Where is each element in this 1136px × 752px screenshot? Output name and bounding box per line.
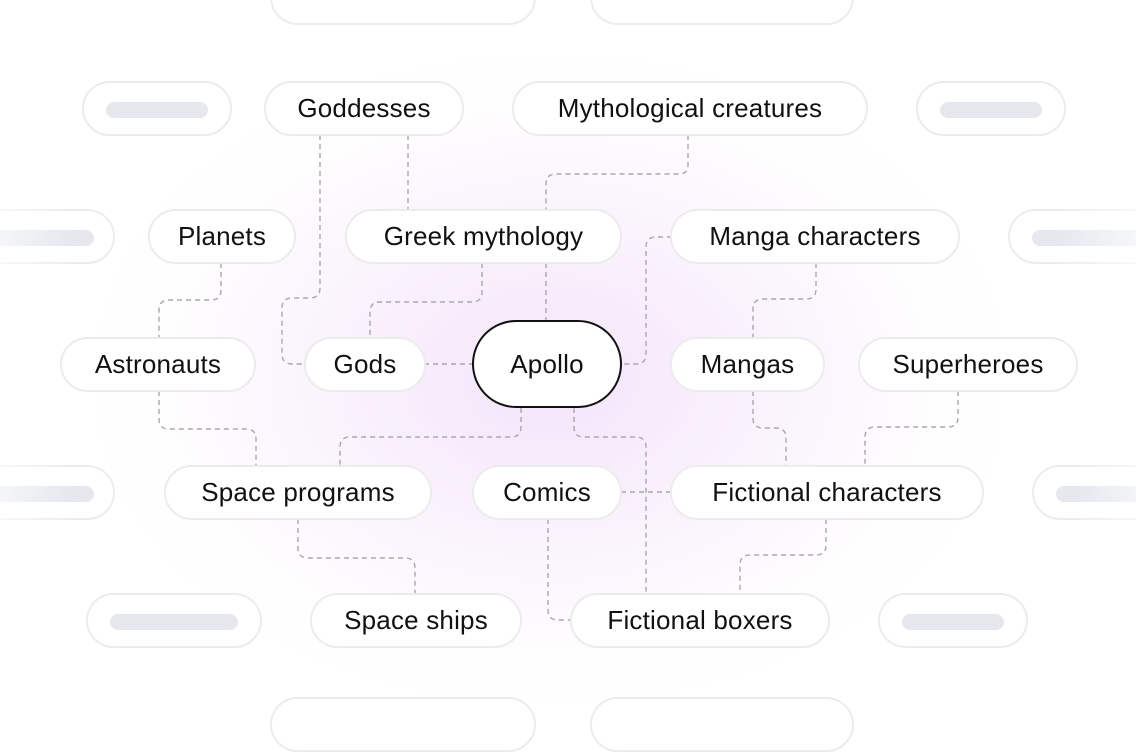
placeholder-node [82, 81, 232, 136]
connector-mythological-creatures-greek-mythology [545, 135, 689, 209]
placeholder-bar [110, 614, 238, 630]
placeholder-node [590, 0, 854, 25]
placeholder-bar [0, 230, 94, 246]
node-fictional-characters[interactable]: Fictional characters [670, 465, 984, 520]
connector-mangas-fictional-characters [752, 391, 787, 465]
node-greek-mythology[interactable]: Greek mythology [345, 209, 622, 264]
node-comics[interactable]: Comics [472, 465, 622, 520]
connector-planets-astronauts [158, 263, 222, 337]
node-space-ships[interactable]: Space ships [310, 593, 522, 648]
placeholder-node [86, 593, 262, 648]
node-mythological-creatures[interactable]: Mythological creatures [512, 81, 868, 136]
connector-apollo-space-programs [339, 408, 522, 465]
node-superheroes[interactable]: Superheroes [858, 337, 1078, 392]
connector-superheroes-fictional-characters [864, 391, 959, 465]
placeholder-node [0, 465, 115, 520]
placeholder-node [878, 593, 1028, 648]
placeholder-bar [940, 102, 1042, 118]
placeholder-bar [902, 614, 1004, 630]
mind-map-canvas: Goddesses Mythological creatures Planets… [0, 0, 1136, 752]
node-space-programs[interactable]: Space programs [164, 465, 432, 520]
placeholder-bar [106, 102, 208, 118]
node-planets[interactable]: Planets [148, 209, 296, 264]
node-manga-characters[interactable]: Manga characters [670, 209, 960, 264]
placeholder-node [0, 209, 115, 264]
node-gods[interactable]: Gods [304, 337, 426, 392]
connector-greek-mythology-gods [369, 263, 483, 337]
node-astronauts[interactable]: Astronauts [60, 337, 256, 392]
connector-manga-characters-mangas [752, 263, 817, 337]
node-apollo-center[interactable]: Apollo [472, 320, 622, 408]
connector-space-programs-space-ships [297, 519, 416, 593]
node-mangas[interactable]: Mangas [670, 337, 825, 392]
node-fictional-boxers[interactable]: Fictional boxers [570, 593, 830, 648]
connector-astronauts-space-programs [158, 391, 257, 465]
placeholder-bar [1056, 486, 1136, 502]
placeholder-node [916, 81, 1066, 136]
placeholder-bar [0, 486, 94, 502]
placeholder-node [1008, 209, 1136, 264]
connector-manga-characters-apollo [621, 236, 672, 365]
placeholder-node [1032, 465, 1136, 520]
placeholder-node [270, 0, 536, 25]
placeholder-node [270, 697, 536, 752]
connector-fictional-characters-fictional-boxers [739, 519, 827, 593]
placeholder-node [590, 697, 854, 752]
placeholder-bar [1032, 230, 1136, 246]
connector-comics-fictional-boxers [547, 519, 572, 621]
node-goddesses[interactable]: Goddesses [264, 81, 464, 136]
